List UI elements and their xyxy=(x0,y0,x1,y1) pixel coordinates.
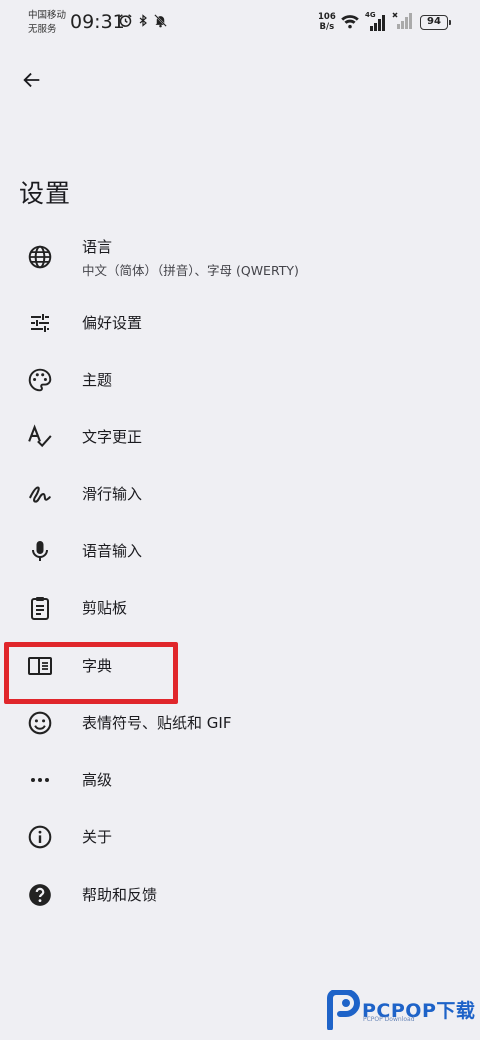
settings-item-preferences[interactable]: 偏好设置 xyxy=(0,294,480,351)
settings-item-label: 关于 xyxy=(82,828,113,846)
settings-item-clipboard[interactable]: 剪贴板 xyxy=(0,579,480,636)
back-button[interactable] xyxy=(12,62,52,102)
network-speed: 106 B/s xyxy=(318,12,336,32)
mic-icon xyxy=(26,537,54,565)
network-speed-unit: B/s xyxy=(319,22,335,32)
gesture-icon xyxy=(26,480,54,508)
settings-item-glide-typing[interactable]: 滑行输入 xyxy=(0,465,480,522)
network-speed-value: 106 xyxy=(318,12,336,22)
info-icon xyxy=(26,823,54,851)
more-horiz-icon xyxy=(26,766,54,794)
mute-bell-icon xyxy=(153,13,168,28)
carrier-name: 中国移动 xyxy=(28,10,67,21)
watermark: PCPOP下载 PCPOP Download xyxy=(326,989,476,1031)
signal-no-service-icon xyxy=(392,12,414,34)
settings-item-label: 语言 xyxy=(82,237,113,256)
page-title: 设置 xyxy=(19,179,72,208)
status-time: 09:31 xyxy=(70,11,125,33)
settings-item-voice-input[interactable]: 语音输入 xyxy=(0,522,480,579)
settings-item-label: 剪贴板 xyxy=(82,599,128,617)
battery-indicator: 94 xyxy=(420,15,451,30)
settings-item-about[interactable]: 关于 xyxy=(0,808,480,865)
settings-item-label: 偏好设置 xyxy=(82,314,143,332)
settings-item-language[interactable]: 语言 中文（简体）（拼音）、字母 (QWERTY) xyxy=(0,228,480,286)
spellcheck-icon xyxy=(26,423,54,451)
alarm-icon xyxy=(118,13,133,28)
clipboard-icon xyxy=(26,594,54,622)
carrier-info: 中国移动 无服务 xyxy=(28,9,66,37)
settings-item-text-correction[interactable]: 文字更正 xyxy=(0,408,480,465)
status-bar: 中国移动 无服务 09:31 106 B/s 4G 94 xyxy=(0,0,480,44)
carrier-status: 无服务 xyxy=(28,24,57,35)
settings-item-label: 文字更正 xyxy=(82,428,143,446)
settings-item-label: 帮助和反馈 xyxy=(82,886,158,904)
watermark-subtext: PCPOP Download xyxy=(363,1016,415,1023)
settings-item-theme[interactable]: 主题 xyxy=(0,351,480,408)
signal-4g-icon: 4G xyxy=(365,11,387,32)
settings-item-advanced[interactable]: 高级 xyxy=(0,751,480,808)
settings-item-subtitle: 中文（简体）（拼音）、字母 (QWERTY) xyxy=(82,262,299,278)
settings-item-label: 高级 xyxy=(82,771,113,789)
settings-item-label: 主题 xyxy=(82,371,113,389)
wifi-icon xyxy=(340,13,360,33)
settings-item-label: 语音输入 xyxy=(82,542,143,560)
highlight-annotation xyxy=(4,642,178,704)
emoji-icon xyxy=(26,709,54,737)
settings-item-label: 滑行输入 xyxy=(82,485,143,503)
settings-item-label: 表情符号、贴纸和 GIF xyxy=(82,714,232,732)
bluetooth-icon xyxy=(137,13,149,28)
globe-icon xyxy=(26,243,54,271)
watermark-logo-icon xyxy=(326,989,360,1034)
palette-icon xyxy=(26,366,54,394)
tune-icon xyxy=(26,309,54,337)
help-icon xyxy=(26,881,54,909)
settings-item-help-feedback[interactable]: 帮助和反馈 xyxy=(0,866,480,923)
arrow-back-icon xyxy=(21,69,43,95)
